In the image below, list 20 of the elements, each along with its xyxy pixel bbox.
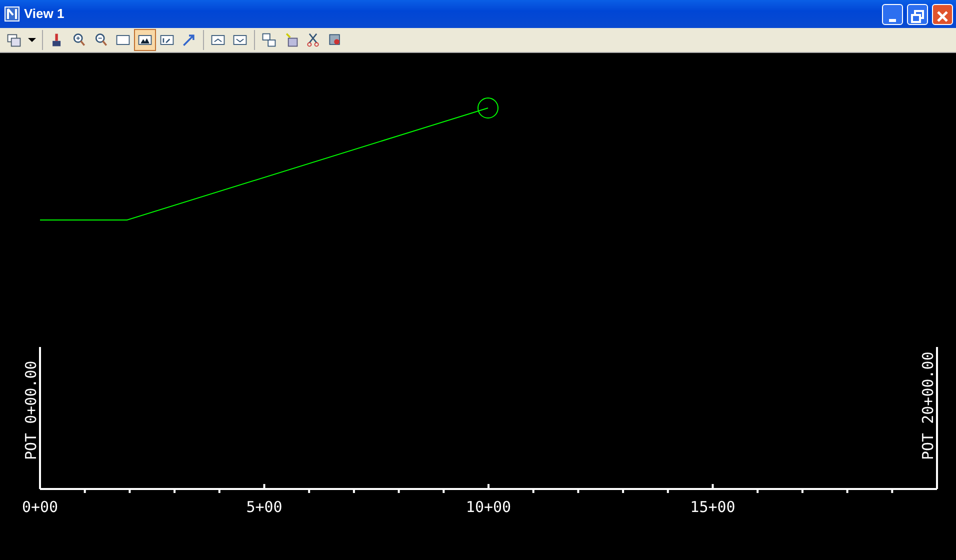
app-icon: [4, 6, 20, 22]
view-groups-icon: [6, 31, 22, 49]
zoom-in-icon: [71, 31, 87, 49]
endpoint-circle: [478, 98, 498, 118]
station-label: 10+00: [466, 498, 512, 516]
start-station-label: POT 0+00.00: [22, 360, 40, 460]
close-button[interactable]: [932, 4, 953, 24]
copy-view-icon: [261, 31, 277, 49]
minimize-icon: [889, 18, 896, 22]
end-station-label: POT 20+00.00: [919, 352, 937, 460]
zoom-out-icon: [93, 31, 109, 49]
caret-icon: [28, 38, 36, 42]
mountain-button[interactable]: [134, 29, 156, 51]
station-label: 15+00: [690, 498, 736, 516]
restore-button[interactable]: [907, 4, 928, 24]
station-label: 5+00: [246, 498, 282, 516]
window-title: View 1: [24, 5, 66, 24]
scissors-icon: [305, 31, 321, 49]
minimize-button[interactable]: [882, 4, 903, 24]
station-label: 0+00: [22, 498, 58, 516]
